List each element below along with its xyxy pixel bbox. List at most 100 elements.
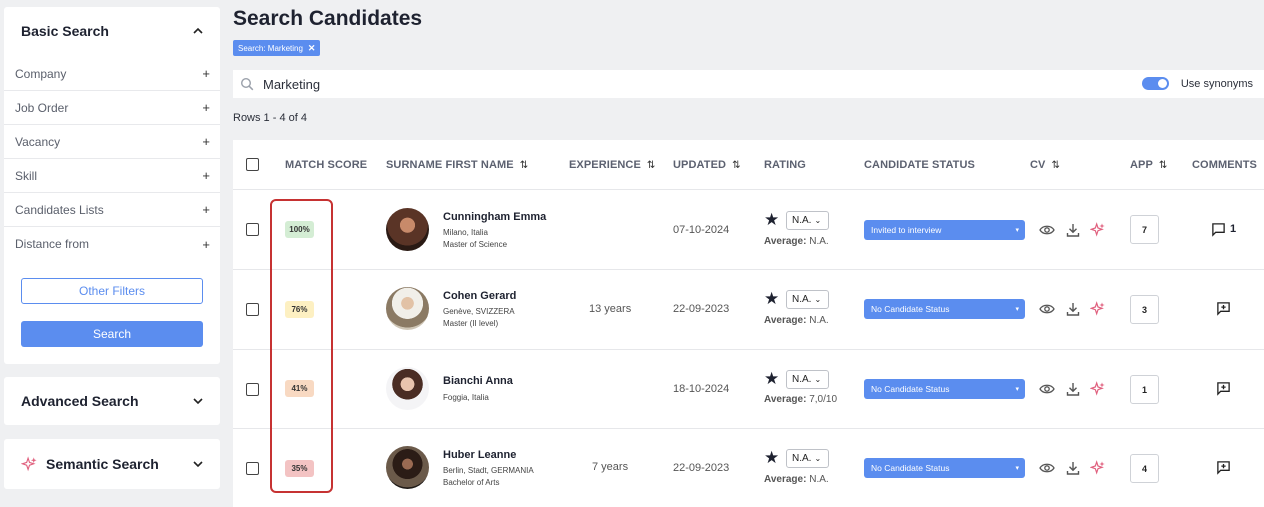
rows-count: Rows 1 - 4 of 4 (233, 112, 307, 124)
comment-count: 1 (1230, 223, 1237, 235)
candidate-name[interactable]: Bianchi Anna (443, 375, 513, 387)
filter-distance-from[interactable]: Distance from + (4, 227, 220, 261)
star-icon[interactable]: ★ (764, 290, 779, 307)
eye-icon[interactable] (1039, 301, 1055, 317)
chevron-down-icon: ⌄ (814, 375, 822, 384)
row-checkbox[interactable] (246, 383, 259, 396)
filter-skill[interactable]: Skill + (4, 159, 220, 193)
search-input[interactable] (263, 76, 1063, 92)
rating-select[interactable]: N.A. ⌄ (786, 449, 829, 468)
filter-job-order[interactable]: Job Order + (4, 91, 220, 125)
candidate-status-select[interactable]: No Candidate Status ▾ (864, 299, 1025, 319)
chevron-down-icon: ⌄ (814, 454, 822, 463)
search-filter-chip[interactable]: Search: Marketing ✕ (233, 40, 321, 56)
header-updated[interactable]: UPDATED ⇅ (673, 159, 741, 171)
row-checkbox[interactable] (246, 303, 259, 316)
header-match-score: MATCH SCORE (285, 159, 367, 171)
plus-icon[interactable]: + (202, 100, 210, 115)
updated-date: 18-10-2024 (673, 383, 730, 395)
basic-search-header[interactable]: Basic Search (4, 7, 220, 55)
sparkle-icon[interactable] (1090, 460, 1106, 476)
plus-icon[interactable]: + (202, 202, 210, 217)
advanced-search-panel[interactable]: Advanced Search (4, 377, 220, 425)
avatar[interactable] (386, 287, 429, 330)
add-comment-icon[interactable] (1216, 381, 1231, 396)
eye-icon[interactable] (1039, 460, 1055, 476)
average-label: Average: (764, 474, 807, 485)
other-filters-button[interactable]: Other Filters (21, 278, 203, 304)
app-count[interactable]: 7 (1130, 215, 1159, 244)
candidate-name[interactable]: Cunningham Emma (443, 211, 546, 223)
header-rating: RATING (764, 159, 806, 171)
filter-vacancy[interactable]: Vacancy + (4, 125, 220, 159)
sparkle-icon[interactable] (1090, 301, 1106, 317)
sort-icon[interactable]: ⇅ (520, 160, 528, 171)
download-icon[interactable] (1065, 381, 1081, 397)
plus-icon[interactable]: + (202, 66, 210, 81)
avatar[interactable] (386, 208, 429, 251)
filter-list: Company + Job Order + Vacancy + Skill + Cand… (4, 57, 220, 261)
select-all-checkbox[interactable] (246, 158, 259, 171)
updated-date: 22-09-2023 (673, 303, 730, 315)
candidate-name[interactable]: Cohen Gerard (443, 290, 516, 302)
header-experience[interactable]: EXPERIENCE ⇅ (569, 159, 655, 171)
header-name[interactable]: SURNAME FIRST NAME ⇅ (386, 159, 528, 171)
sparkle-icon[interactable] (1090, 222, 1106, 238)
eye-icon[interactable] (1039, 381, 1055, 397)
header-app[interactable]: APP ⇅ (1130, 159, 1167, 171)
chevron-down-icon[interactable] (192, 395, 204, 407)
sort-icon[interactable]: ⇅ (647, 160, 655, 171)
add-comment-icon[interactable] (1216, 460, 1231, 475)
candidate-name[interactable]: Huber Leanne (443, 449, 516, 461)
sort-icon[interactable]: ⇅ (1051, 160, 1059, 171)
plus-icon[interactable]: + (202, 168, 210, 183)
candidate-status-select[interactable]: No Candidate Status ▾ (864, 458, 1025, 478)
use-synonyms-toggle[interactable] (1141, 77, 1169, 90)
average-value: N.A. (809, 474, 829, 485)
rating-select[interactable]: N.A. ⌄ (786, 290, 829, 309)
table-row[interactable]: 100% Cunningham Emma Milano, Italia Mast… (233, 190, 1264, 270)
sidebar: Basic Search Company + Job Order + Vacancy… (4, 7, 220, 489)
rating-select[interactable]: N.A. ⌄ (786, 211, 829, 230)
star-icon[interactable]: ★ (764, 211, 779, 228)
candidate-status-select[interactable]: Invited to interview ▾ (864, 220, 1025, 240)
star-icon[interactable]: ★ (764, 370, 779, 387)
candidate-status-select[interactable]: No Candidate Status ▾ (864, 379, 1025, 399)
rating-average: Average: N.A. (764, 315, 829, 326)
download-icon[interactable] (1065, 222, 1081, 238)
search-bar: Use synonyms (233, 70, 1264, 98)
semantic-search-panel[interactable]: Semantic Search (4, 439, 220, 489)
app-count[interactable]: 4 (1130, 454, 1159, 483)
sort-icon[interactable]: ⇅ (732, 160, 740, 171)
chevron-down-icon[interactable] (192, 458, 204, 470)
table-row[interactable]: 41% Bianchi Anna Foggia, Italia 18-10-20… (233, 350, 1264, 429)
avatar[interactable] (386, 367, 429, 410)
sort-icon[interactable]: ⇅ (1159, 160, 1167, 171)
filter-company[interactable]: Company + (4, 57, 220, 91)
add-comment-icon[interactable] (1216, 301, 1231, 316)
average-value: N.A. (809, 236, 829, 247)
rating-select[interactable]: N.A. ⌄ (786, 370, 829, 389)
plus-icon[interactable]: + (202, 237, 210, 252)
download-icon[interactable] (1065, 460, 1081, 476)
close-icon[interactable]: ✕ (308, 43, 316, 54)
eye-icon[interactable] (1039, 222, 1055, 238)
chevron-up-icon[interactable] (192, 25, 204, 37)
search-button[interactable]: Search (21, 321, 203, 347)
app-count[interactable]: 3 (1130, 295, 1159, 324)
star-icon[interactable]: ★ (764, 449, 779, 466)
filter-candidates-lists[interactable]: Candidates Lists + (4, 193, 220, 227)
filter-label: Job Order (15, 100, 69, 115)
sparkle-icon[interactable] (1090, 381, 1106, 397)
app-count[interactable]: 1 (1130, 375, 1159, 404)
plus-icon[interactable]: + (202, 134, 210, 149)
header-cv[interactable]: CV ⇅ (1030, 159, 1060, 171)
row-checkbox[interactable] (246, 462, 259, 475)
advanced-search-title: Advanced Search (21, 393, 139, 409)
table-row[interactable]: 76% Cohen Gerard Genève, SVIZZERA Master… (233, 270, 1264, 350)
avatar[interactable] (386, 446, 429, 489)
row-checkbox[interactable] (246, 223, 259, 236)
download-icon[interactable] (1065, 301, 1081, 317)
comment-icon[interactable] (1211, 222, 1226, 237)
table-row[interactable]: 35% Huber Leanne Berlin, Stadt, GERMANIA… (233, 429, 1264, 507)
